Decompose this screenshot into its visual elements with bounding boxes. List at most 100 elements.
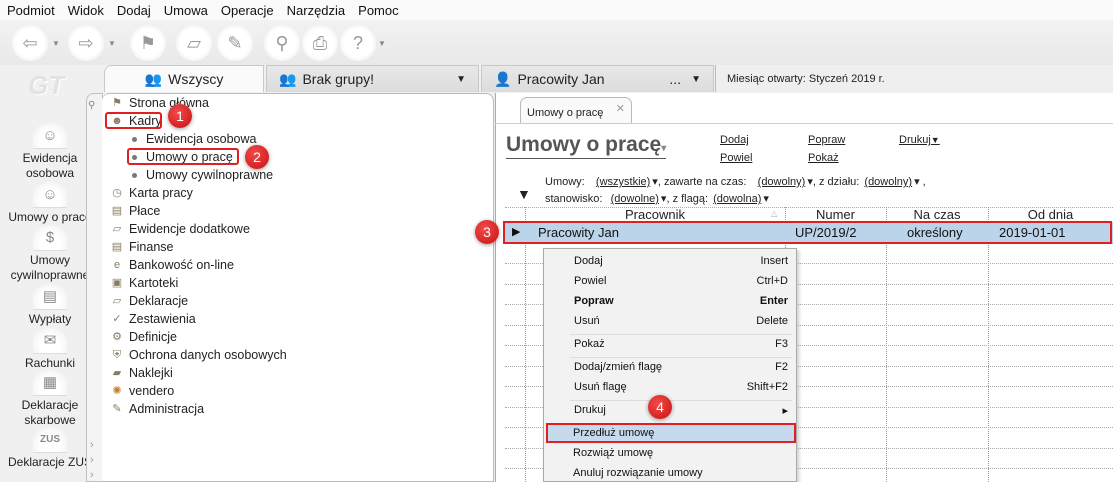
tree-item-naklejki[interactable]: ▰ Naklejki bbox=[110, 366, 173, 380]
shortcut: Shift+F2 bbox=[746, 381, 788, 393]
edit-link[interactable]: Popraw bbox=[808, 134, 845, 146]
shortcut: F2 bbox=[775, 361, 788, 373]
filter-umowy[interactable]: (wszystkie) bbox=[596, 176, 650, 188]
column-header-numer[interactable]: Numer bbox=[785, 207, 886, 222]
column-header-pracownik[interactable]: Pracownik bbox=[525, 207, 785, 222]
tree-item-administracja[interactable]: ✎ Administracja bbox=[110, 402, 204, 416]
tree-item-strona-glowna[interactable]: ⚑ Strona główna bbox=[110, 96, 209, 110]
label: Popraw bbox=[574, 295, 614, 307]
label: Finanse bbox=[129, 240, 174, 254]
tree-item-vendero[interactable]: ✺ vendero bbox=[110, 384, 174, 398]
chevron-down-icon[interactable]: ▼ bbox=[52, 39, 60, 48]
menu-widok[interactable]: Widok bbox=[68, 3, 104, 18]
menu-item-drukuj[interactable]: Drukuj ▸ bbox=[574, 404, 788, 417]
column-header-od-dnia[interactable]: Od dnia bbox=[988, 207, 1113, 222]
tree-item-zestawienia[interactable]: ✓ Zestawienia bbox=[110, 312, 195, 326]
tree-item-bankowosc[interactable]: e Bankowość on-line bbox=[110, 258, 234, 272]
tree-item-ewidencja-osobowa[interactable]: Ewidencja osobowa bbox=[132, 132, 257, 146]
tree-item-place[interactable]: ▤ Płace bbox=[110, 204, 160, 218]
filter-row-2: stanowisko: (dowolne) ▾, z flagą: (dowoln… bbox=[545, 193, 769, 205]
highlight-umowy-o-prace bbox=[127, 148, 239, 165]
page-title[interactable]: Umowy o pracę▾ bbox=[506, 133, 667, 159]
menu-podmiot[interactable]: Podmiot bbox=[7, 3, 55, 18]
menu-operacje[interactable]: Operacje bbox=[221, 3, 274, 18]
sidebar-item-rachunki[interactable]: ✉ Rachunki bbox=[0, 328, 100, 371]
duplicate-link[interactable]: Powiel bbox=[720, 152, 752, 164]
edit-icon[interactable]: ✎ bbox=[217, 25, 253, 61]
printer-icon[interactable]: ⎙ bbox=[302, 25, 338, 61]
papers-icon: ▦ bbox=[33, 370, 67, 396]
tab-umowy-o-prace[interactable]: Umowy o pracę ✕ bbox=[520, 97, 632, 124]
back-icon[interactable]: ⇦ bbox=[12, 25, 48, 61]
print-label: Drukuj bbox=[899, 134, 931, 146]
group-selector[interactable]: 👥 Brak grupy! ▼ bbox=[266, 65, 479, 92]
filter-dzial[interactable]: (dowolny) bbox=[864, 176, 912, 188]
filter-stanowisko[interactable]: (dowolne) bbox=[611, 193, 659, 205]
forward-icon[interactable]: ⇨ bbox=[68, 25, 104, 61]
tab-all-label: Wszyscy bbox=[168, 71, 224, 87]
tab-all[interactable]: 👥 Wszyscy bbox=[104, 65, 264, 92]
group-icon: 👥 bbox=[144, 70, 163, 87]
column-header-na-czas[interactable]: Na czas bbox=[886, 207, 988, 222]
sidebar-item-deklaracje-zus[interactable]: ZUS Deklaracje ZUS bbox=[0, 427, 100, 470]
menu-item-dodaj[interactable]: Dodaj Insert bbox=[574, 255, 788, 267]
tree-item-definicje[interactable]: ⚙ Definicje bbox=[110, 330, 177, 344]
print-link[interactable]: Drukuj▼ bbox=[899, 134, 940, 146]
label: Ewidencja bbox=[22, 151, 78, 165]
sidebar-item-umowy-cywilnoprawne[interactable]: $ Umowy cywilnoprawne bbox=[0, 225, 100, 283]
tree-item-ewidencje-dodatkowe[interactable]: ▱ Ewidencje dodatkowe bbox=[110, 222, 250, 236]
cards-icon: ▣ bbox=[111, 276, 123, 289]
sidebar-item-umowy-o-prace[interactable]: ☺ Umowy o pracę bbox=[0, 182, 100, 225]
label: , z flagą: bbox=[666, 193, 709, 205]
tree-item-karta-pracy[interactable]: ◷ Karta pracy bbox=[110, 186, 193, 200]
add-link[interactable]: Dodaj bbox=[720, 134, 749, 146]
person-selector[interactable]: 👤 Pracowity Jan ... ▼ bbox=[481, 65, 714, 92]
chevron-right-icon[interactable]: › bbox=[90, 439, 94, 451]
sidebar-item-ewidencja[interactable]: ☺ Ewidencja osobowa bbox=[0, 123, 100, 181]
search-icon[interactable]: ⚲ bbox=[264, 25, 300, 61]
filter-czas[interactable]: (dowolny) bbox=[758, 176, 806, 188]
collapse-filters-icon[interactable]: ▼ bbox=[517, 186, 531, 202]
show-link[interactable]: Pokaż bbox=[808, 152, 839, 164]
sidebar-item-wyplaty[interactable]: ▤ Wypłaty bbox=[0, 284, 100, 327]
menu-umowa[interactable]: Umowa bbox=[164, 3, 208, 18]
menu-item-dodaj-flage[interactable]: Dodaj/zmień flagę F2 bbox=[574, 361, 788, 373]
context-menu: Dodaj Insert Powiel Ctrl+D Popraw Enter Usu… bbox=[543, 248, 797, 482]
menu-item-pokaz[interactable]: Pokaż F3 bbox=[574, 338, 788, 350]
more-button[interactable]: ... bbox=[669, 71, 681, 87]
menu-item-usun-flage[interactable]: Usuń flagę Shift+F2 bbox=[574, 381, 788, 393]
document-icon[interactable]: ▱ bbox=[176, 25, 212, 61]
help-icon[interactable]: ? bbox=[340, 25, 376, 61]
gear-icon: ⚙ bbox=[112, 330, 122, 343]
pin-icon[interactable]: ⚲ bbox=[88, 100, 95, 111]
chevron-down-icon[interactable]: ▼ bbox=[108, 39, 116, 48]
tree-item-umowy-cywilnoprawne[interactable]: Umowy cywilnoprawne bbox=[132, 168, 273, 182]
label: Dodaj/zmień flagę bbox=[574, 361, 663, 373]
title-text: Umowy o pracę bbox=[506, 133, 662, 156]
menu-pomoc[interactable]: Pomoc bbox=[358, 3, 398, 18]
label: Drukuj bbox=[574, 404, 606, 416]
tree-item-finanse[interactable]: ▤ Finanse bbox=[110, 240, 174, 254]
tree-item-deklaracje[interactable]: ▱ Deklaracje bbox=[110, 294, 188, 308]
tree-pin-strip: ⚲ › › › bbox=[86, 93, 103, 482]
flag-icon[interactable]: ⚑ bbox=[130, 25, 166, 61]
label: Naklejki bbox=[129, 366, 173, 380]
submenu-arrow-icon: ▸ bbox=[782, 405, 788, 417]
highlight-row bbox=[503, 221, 1112, 244]
menu-narzedzia[interactable]: Narzędzia bbox=[287, 3, 346, 18]
menu-item-popraw[interactable]: Popraw Enter bbox=[574, 295, 788, 307]
filter-flaga[interactable]: (dowolna) bbox=[713, 193, 761, 205]
menu-dodaj[interactable]: Dodaj bbox=[117, 3, 151, 18]
document-icon: ▱ bbox=[112, 222, 122, 235]
sidebar-item-deklaracje-skarbowe[interactable]: ▦ Deklaracje skarbowe bbox=[0, 370, 100, 428]
tree-item-ochrona-danych[interactable]: ⛨ Ochrona danych osobowych bbox=[110, 348, 287, 362]
label: Deklaracje bbox=[129, 294, 189, 308]
zus-icon: ZUS bbox=[33, 427, 67, 453]
chevron-right-icon[interactable]: › bbox=[90, 454, 94, 466]
menu-item-usun[interactable]: Usuń Delete bbox=[574, 315, 788, 327]
menu-item-powiel[interactable]: Powiel Ctrl+D bbox=[574, 275, 788, 287]
tree-item-kartoteki[interactable]: ▣ Kartoteki bbox=[110, 276, 179, 290]
chevron-right-icon[interactable]: › bbox=[90, 469, 94, 481]
close-icon[interactable]: ✕ bbox=[616, 102, 625, 115]
chevron-down-icon[interactable]: ▼ bbox=[378, 39, 386, 48]
